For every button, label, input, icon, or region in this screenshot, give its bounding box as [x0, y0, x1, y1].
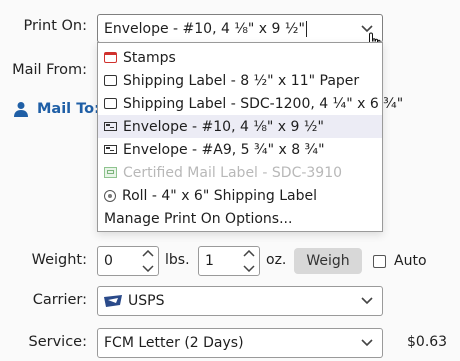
chevron-down-icon[interactable]: [243, 265, 255, 272]
print-on-label: Print On:: [23, 18, 87, 34]
stamp-icon: [104, 52, 117, 63]
menu-item-label: Envelope - #10, 4 ⅛" x 9 ½": [123, 118, 324, 135]
menu-item-stamps[interactable]: Stamps: [98, 46, 382, 69]
menu-item-label: Envelope - #A9, 5 ¾" x 8 ¾": [123, 141, 325, 158]
mail-to-label: Mail To:: [37, 101, 100, 117]
envelope-icon: [104, 122, 117, 131]
menu-item-label: Stamps: [123, 49, 176, 66]
chevron-up-icon[interactable]: [142, 250, 154, 257]
carrier-value: USPS: [128, 293, 165, 309]
label-sheet-icon: [104, 98, 117, 109]
lbs-unit: lbs.: [165, 252, 190, 268]
roll-icon: [104, 189, 116, 202]
weight-label: Weight:: [31, 252, 87, 268]
menu-item-label: Certified Mail Label - SDC-3910: [123, 164, 343, 181]
menu-item-shipping-label-paper[interactable]: Shipping Label - 8 ½" x 11" Paper: [98, 69, 382, 92]
oz-unit: oz.: [266, 252, 287, 268]
menu-item-roll-label[interactable]: Roll - 4" x 6" Shipping Label: [98, 184, 382, 207]
print-on-value: Envelope - #10, 4 ⅛" x 9 ½": [104, 20, 305, 37]
chevron-down-icon[interactable]: [361, 339, 373, 347]
weigh-button[interactable]: Weigh: [294, 248, 362, 274]
menu-item-envelope-10[interactable]: Envelope - #10, 4 ⅛" x 9 ½": [98, 115, 382, 138]
mail-to-header[interactable]: Mail To:: [13, 101, 100, 117]
lbs-stepper[interactable]: 0: [97, 246, 159, 276]
service-price: $0.63: [407, 334, 448, 350]
chevron-up-icon[interactable]: [243, 250, 255, 257]
auto-checkbox[interactable]: [373, 254, 386, 268]
lbs-value: 0: [104, 253, 113, 269]
carrier-select[interactable]: USPS: [97, 286, 383, 316]
auto-checkbox-group[interactable]: Auto: [373, 253, 427, 269]
menu-item-shipping-label-sdc1200[interactable]: Shipping Label - SDC-1200, 4 ¼" x 6 ¾": [98, 92, 403, 115]
oz-value: 1: [205, 253, 214, 269]
menu-item-label: Roll - 4" x 6" Shipping Label: [122, 187, 318, 204]
auto-label: Auto: [394, 253, 427, 269]
chevron-down-icon[interactable]: [361, 297, 373, 305]
print-on-select[interactable]: Envelope - #10, 4 ⅛" x 9 ½": [97, 14, 383, 52]
print-on-dropdown-menu: Stamps Shipping Label - 8 ½" x 11" Paper…: [97, 42, 403, 232]
oz-stepper[interactable]: 1: [198, 246, 260, 276]
menu-item-certified-mail-label: Certified Mail Label - SDC-3910: [98, 161, 382, 184]
service-select[interactable]: FCM Letter (2 Days): [97, 328, 383, 358]
chevron-down-icon[interactable]: [142, 265, 154, 272]
person-icon: [14, 102, 28, 117]
text-caret: [305, 20, 307, 37]
service-label: Service:: [28, 334, 87, 350]
menu-item-label: Shipping Label - 8 ½" x 11" Paper: [123, 72, 360, 89]
manage-print-on-options[interactable]: Manage Print On Options...: [98, 207, 382, 230]
certified-mail-icon: [104, 167, 117, 178]
envelope-icon: [104, 145, 117, 154]
carrier-label: Carrier:: [32, 292, 87, 308]
usps-eagle-icon: [104, 295, 122, 307]
mail-from-label: Mail From:: [12, 62, 87, 78]
menu-item-label: Shipping Label - SDC-1200, 4 ¼" x 6 ¾": [123, 95, 404, 112]
service-value: FCM Letter (2 Days): [104, 335, 244, 351]
manage-print-on-label: Manage Print On Options...: [104, 210, 293, 227]
menu-item-envelope-a9[interactable]: Envelope - #A9, 5 ¾" x 8 ¾": [98, 138, 382, 161]
label-sheet-icon: [104, 75, 117, 86]
